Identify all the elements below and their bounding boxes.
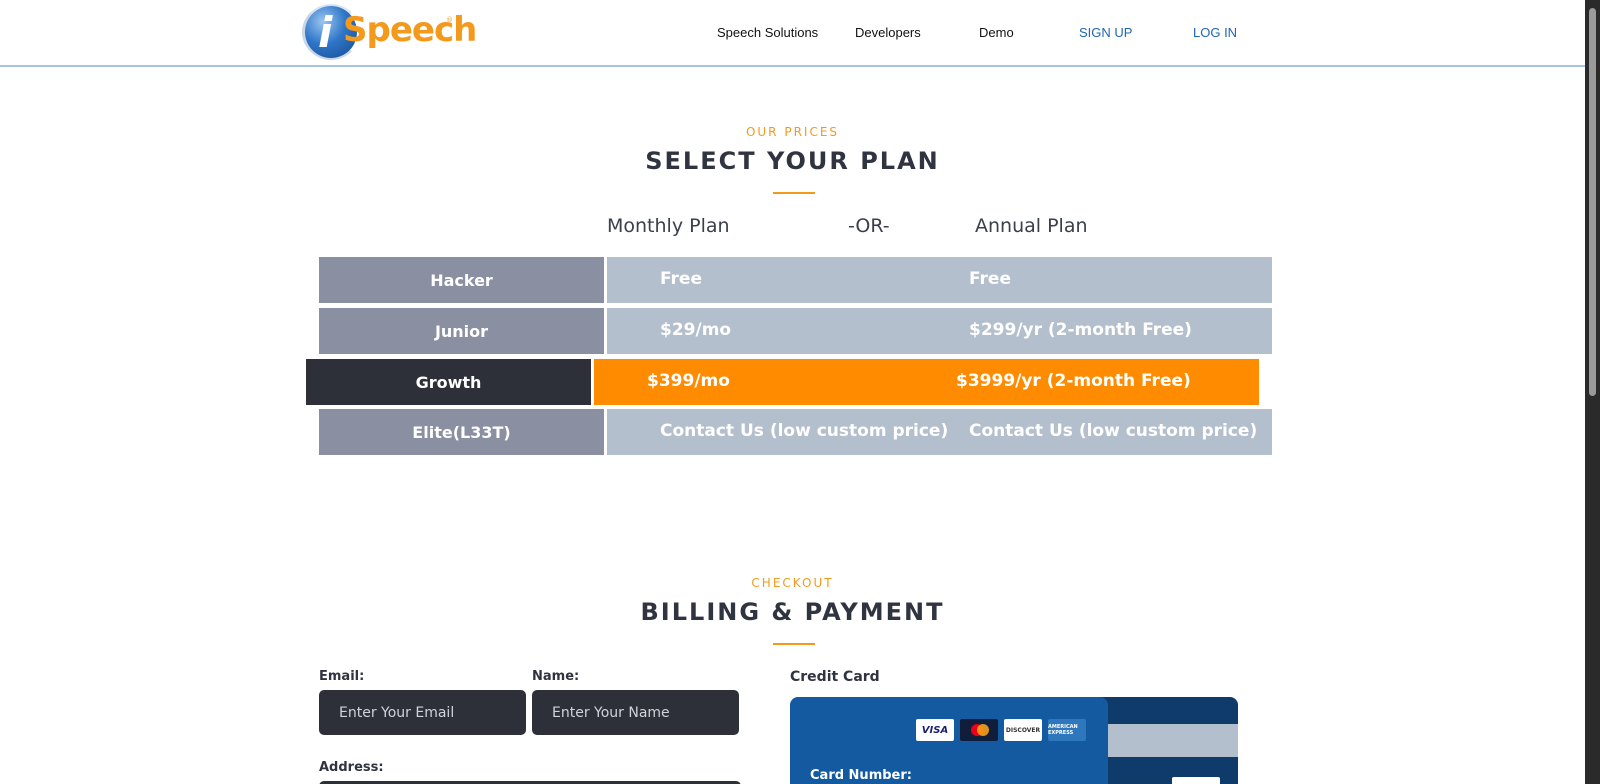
plan-name[interactable]: Growth xyxy=(306,359,591,405)
annual-plan-label: Annual Plan xyxy=(975,215,1088,237)
mastercard-icon xyxy=(960,719,998,741)
address-label: Address: xyxy=(319,760,384,775)
plan-monthly-price: Contact Us (low custom price) xyxy=(660,421,949,441)
plan-name[interactable]: Hacker xyxy=(319,257,604,303)
plan-annual-price: $3999/yr (2-month Free) xyxy=(956,371,1191,391)
email-label: Email: xyxy=(319,669,365,684)
or-separator: -OR- xyxy=(848,215,890,237)
name-field[interactable] xyxy=(532,690,739,735)
plan-monthly-price: Free xyxy=(660,269,702,289)
plan-prices[interactable]: $399/mo $3999/yr (2-month Free) xyxy=(594,359,1259,405)
credit-card-label: Credit Card xyxy=(790,669,880,685)
card-signature-box xyxy=(1172,777,1220,784)
nav-log-in[interactable]: LOG IN xyxy=(1193,25,1237,40)
mastercard-circle-orange xyxy=(977,724,989,736)
checkout-eyebrow: CHECKOUT xyxy=(751,576,834,590)
plan-monthly-price: $29/mo xyxy=(660,320,732,340)
nav-developers[interactable]: Developers xyxy=(855,25,921,40)
nav-speech-solutions[interactable]: Speech Solutions xyxy=(717,25,818,40)
card-magnetic-stripe xyxy=(1090,724,1238,757)
visa-icon: VISA xyxy=(916,719,954,741)
logo-registered-mark: ® xyxy=(446,16,453,24)
card-number-label: Card Number: xyxy=(810,768,912,783)
name-label: Name: xyxy=(532,669,580,684)
site-header: i Speech ® Speech Solutions Developers D… xyxy=(0,0,1585,67)
ispeech-logo[interactable]: i Speech ® xyxy=(302,4,477,60)
discover-icon: DISCOVER xyxy=(1004,719,1042,741)
plan-prices[interactable]: Free Free xyxy=(607,257,1272,303)
page-scrollbar[interactable] xyxy=(1585,0,1600,784)
monthly-plan-label: Monthly Plan xyxy=(607,215,730,237)
plan-prices[interactable]: $29/mo $299/yr (2-month Free) xyxy=(607,308,1272,354)
nav-demo[interactable]: Demo xyxy=(979,25,1014,40)
plan-name[interactable]: Elite(L33T) xyxy=(319,409,604,455)
plan-prices[interactable]: Contact Us (low custom price) Contact Us… xyxy=(607,409,1272,455)
plan-annual-price: $299/yr (2-month Free) xyxy=(969,320,1192,340)
plan-name[interactable]: Junior xyxy=(319,308,604,354)
nav-sign-up[interactable]: SIGN UP xyxy=(1079,25,1132,40)
logo-i-letter: i xyxy=(318,8,333,57)
pricing-eyebrow: OUR PRICES xyxy=(745,125,840,139)
scrollbar-thumb[interactable] xyxy=(1589,8,1596,396)
plan-annual-price: Free xyxy=(969,269,1011,289)
checkout-title: BILLING & PAYMENT xyxy=(640,598,945,626)
email-field[interactable] xyxy=(319,690,526,735)
plan-annual-price: Contact Us (low custom price) xyxy=(969,421,1258,441)
pricing-title-underline xyxy=(773,192,815,194)
amex-icon: AMERICAN EXPRESS xyxy=(1048,719,1086,741)
logo-text: Speech xyxy=(343,10,477,50)
checkout-title-underline xyxy=(773,643,815,645)
plan-monthly-price: $399/mo xyxy=(647,371,730,391)
pricing-title: SELECT YOUR PLAN xyxy=(645,147,940,175)
